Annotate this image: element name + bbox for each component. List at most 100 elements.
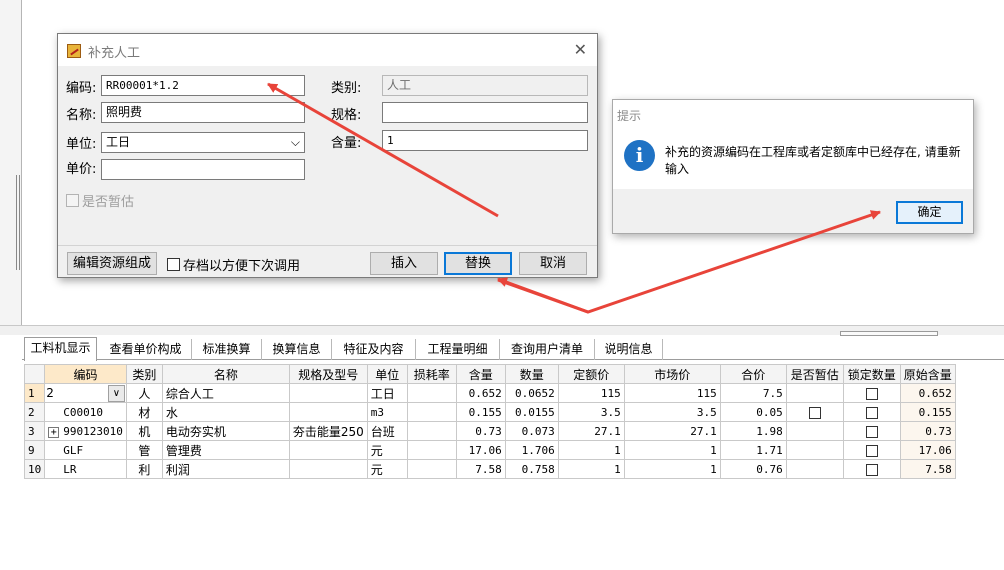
content-cell[interactable]: 0.652 [455,383,506,403]
code-field[interactable]: RR00001*1.2 [101,75,305,96]
lock-quantity-cell[interactable] [842,440,901,460]
column-header-loss-rate[interactable]: 损耗率 [406,364,457,384]
lock-quantity-cell[interactable] [842,383,901,403]
spec-cell[interactable]: 夯击能量250 [288,421,368,441]
column-header-spec[interactable]: 规格及型号 [288,364,368,384]
column-header-market-price[interactable]: 市场价 [623,364,721,384]
tab-unit-price-composition[interactable]: 查看单价构成 [100,339,192,360]
category-cell[interactable]: 机 [125,421,163,441]
total-cell[interactable]: 0.05 [719,402,787,422]
total-cell[interactable]: 0.76 [719,459,787,479]
column-header-total[interactable]: 合价 [719,364,787,384]
unit-cell[interactable]: 台班 [366,421,408,441]
name-cell[interactable]: 管理费 [161,440,290,460]
provisional-cell[interactable] [785,383,844,403]
row-number[interactable]: 3 [23,421,46,441]
chevron-down-icon[interactable]: ⌵ [291,133,300,152]
table-row[interactable]: 9 GLF 管 管理费 元 17.06 1.706 1 1 1.71 17.06 [23,440,956,460]
market-price-cell[interactable]: 3.5 [623,402,721,422]
lock-quantity-checkbox[interactable] [865,463,878,476]
expand-icon[interactable]: + [48,426,60,438]
original-content-cell[interactable]: 0.73 [899,421,956,441]
provisional-cell[interactable] [785,421,844,441]
quota-price-cell[interactable]: 115 [557,383,625,403]
category-cell[interactable]: 材 [125,402,163,422]
edit-composition-button[interactable]: 编辑资源组成 [67,252,157,275]
provisional-cell[interactable] [785,440,844,460]
market-price-cell[interactable]: 27.1 [623,421,721,441]
original-content-cell[interactable]: 17.06 [899,440,956,460]
dialog-titlebar[interactable]: 补充人工 ✕ [58,34,597,66]
message-box-title[interactable]: 提示 [617,107,641,124]
cancel-button[interactable]: 取消 [519,252,587,275]
spec-cell[interactable] [288,383,368,403]
market-price-cell[interactable]: 115 [623,383,721,403]
lock-quantity-checkbox[interactable] [865,444,878,457]
column-header-code[interactable]: 编码 [44,364,127,384]
row-number[interactable]: 1 [23,383,46,403]
original-content-cell[interactable]: 7.58 [899,459,956,479]
name-cell[interactable]: 电动夯实机 [161,421,290,441]
lock-quantity-checkbox[interactable] [865,387,878,400]
price-field[interactable] [101,159,305,180]
quota-price-cell[interactable]: 3.5 [557,402,625,422]
original-content-cell[interactable]: 0.652 [899,383,956,403]
save-for-later-checkbox[interactable]: 存档以方便下次调用 [167,255,300,274]
quantity-cell[interactable]: 0.073 [504,421,559,441]
provisional-checkbox[interactable] [808,406,821,419]
code-cell[interactable]: C00010 [44,402,127,422]
checkbox-box[interactable] [167,258,180,271]
category-cell[interactable]: 人 [125,383,163,403]
loss-rate-cell[interactable] [406,383,457,403]
quota-price-cell[interactable]: 27.1 [557,421,625,441]
column-header-original-content[interactable]: 原始含量 [899,364,956,384]
original-content-cell[interactable]: 0.155 [899,402,956,422]
lock-quantity-cell[interactable] [842,421,901,441]
tab-quantity-details[interactable]: 工程量明细 [416,339,500,360]
table-row[interactable]: 1 2 ∨ 人 综合人工 工日 0.652 0.0652 115 115 7.5 … [23,383,956,403]
quota-price-cell[interactable]: 1 [557,459,625,479]
close-icon[interactable]: ✕ [574,40,587,59]
code-combo-value[interactable]: 2 [46,386,54,400]
row-number[interactable]: 2 [23,402,46,422]
total-cell[interactable]: 1.98 [719,421,787,441]
table-row[interactable]: 3 +990123010 机 电动夯实机 夯击能量250 台班 0.73 0.0… [23,421,956,441]
content-cell[interactable]: 0.155 [455,402,506,422]
spec-cell[interactable] [288,459,368,479]
code-cell[interactable]: +990123010 [44,421,127,441]
unit-cell[interactable]: m3 [366,402,408,422]
category-cell[interactable]: 管 [125,440,163,460]
loss-rate-cell[interactable] [406,459,457,479]
column-header-provisional[interactable]: 是否暂估 [785,364,844,384]
lock-quantity-checkbox[interactable] [865,406,878,419]
name-cell[interactable]: 综合人工 [161,383,290,403]
quota-price-cell[interactable]: 1 [557,440,625,460]
column-header-name[interactable]: 名称 [161,364,290,384]
provisional-cell[interactable] [785,459,844,479]
column-header-quantity[interactable]: 数量 [504,364,559,384]
spec-cell[interactable] [288,402,368,422]
tab-query-user-list[interactable]: 查询用户清单 [500,339,595,360]
splitter-grip[interactable] [16,175,20,270]
lock-quantity-cell[interactable] [842,459,901,479]
unit-select[interactable]: 工日 ⌵ [101,132,305,153]
content-field[interactable]: 1 [382,130,588,151]
column-header-content[interactable]: 含量 [455,364,506,384]
spec-cell[interactable] [288,440,368,460]
unit-cell[interactable]: 元 [366,459,408,479]
quantity-cell[interactable]: 1.706 [504,440,559,460]
unit-cell[interactable]: 工日 [366,383,408,403]
quantity-cell[interactable]: 0.758 [504,459,559,479]
loss-rate-cell[interactable] [406,421,457,441]
tab-description[interactable]: 说明信息 [595,339,663,360]
total-cell[interactable]: 7.5 [719,383,787,403]
table-row[interactable]: 10 LR 利 利润 元 7.58 0.758 1 1 0.76 7.58 [23,459,956,479]
unit-cell[interactable]: 元 [366,440,408,460]
provisional-cell[interactable] [785,402,844,422]
lock-quantity-checkbox[interactable] [865,425,878,438]
total-cell[interactable]: 1.71 [719,440,787,460]
replace-button[interactable]: 替换 [444,252,512,275]
splitter-handle[interactable] [840,331,938,336]
code-cell[interactable]: LR [44,459,127,479]
column-header-quota-price[interactable]: 定额价 [557,364,625,384]
